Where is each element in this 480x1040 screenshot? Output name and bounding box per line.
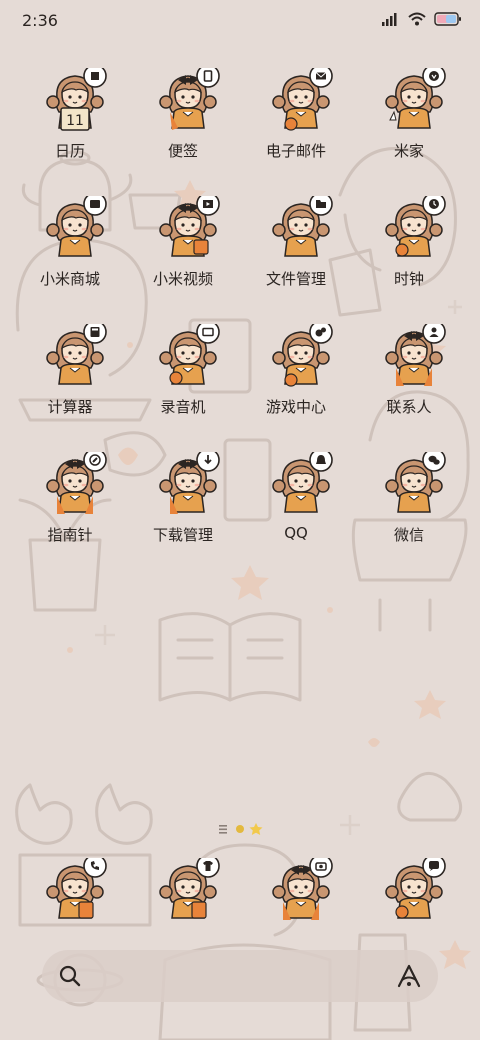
app-label: 下载管理 — [152, 526, 213, 544]
app-downloads[interactable]: 下载管理 — [123, 444, 243, 554]
app-label: 指南针 — [47, 526, 93, 544]
dock — [0, 850, 480, 930]
contact-icon — [385, 324, 446, 386]
app-recorder[interactable]: 录音机 — [123, 316, 243, 426]
app-label: 日历 — [54, 142, 85, 160]
app-contacts[interactable]: 联系人 — [349, 316, 469, 426]
qq-icon — [272, 452, 333, 513]
status-time: 2:36 — [22, 11, 58, 30]
store-icon — [46, 196, 107, 257]
battery-icon — [434, 12, 461, 26]
app-label: 联系人 — [386, 398, 432, 416]
video-icon — [159, 196, 220, 257]
app-label: 小米商城 — [39, 270, 100, 288]
dock-camera[interactable] — [236, 850, 356, 960]
assistant-icon[interactable] — [396, 963, 422, 989]
app-mi-video[interactable]: 小米视频 — [123, 188, 243, 298]
page-dot — [236, 825, 244, 833]
page-indicator[interactable] — [0, 820, 480, 840]
app-clock[interactable]: 时钟 — [349, 188, 469, 298]
app-label: 文件管理 — [265, 270, 326, 288]
note-icon — [159, 68, 220, 130]
app-label: 小米视频 — [152, 270, 213, 288]
app-label: 微信 — [393, 526, 424, 544]
app-compass[interactable]: 指南针 — [10, 444, 130, 554]
app-label: 便签 — [167, 142, 198, 160]
calendar-date: 11 — [66, 113, 84, 129]
mihome-icon — [385, 68, 446, 129]
app-file-manager[interactable]: 文件管理 — [236, 188, 356, 298]
app-qq[interactable]: QQ — [236, 444, 356, 554]
app-wechat[interactable]: 微信 — [349, 444, 469, 554]
app-mihome[interactable]: 米家 — [349, 60, 469, 170]
app-label: 米家 — [393, 142, 424, 160]
status-icons — [382, 12, 462, 26]
camera-icon — [272, 858, 333, 920]
app-label: QQ — [284, 524, 308, 542]
download-icon — [159, 452, 220, 514]
dock-phone[interactable] — [10, 850, 130, 960]
clock-icon — [385, 196, 446, 257]
calculator-icon — [46, 324, 107, 385]
search-icon[interactable] — [58, 964, 82, 988]
app-game-center[interactable]: 游戏中心 — [236, 316, 356, 426]
phone-icon — [46, 858, 107, 919]
wechat-icon — [385, 452, 446, 513]
app-label: 电子邮件 — [265, 142, 326, 160]
app-calculator[interactable]: 计算器 — [10, 316, 130, 426]
signal-icon — [382, 13, 397, 26]
app-calendar[interactable]: 11 日历 — [10, 60, 130, 170]
search-bar[interactable] — [42, 950, 438, 1002]
compass-icon — [46, 452, 107, 514]
dock-themes[interactable] — [123, 850, 243, 960]
app-mi-store[interactable]: 小米商城 — [10, 188, 130, 298]
game-icon — [272, 324, 333, 387]
recorder-icon — [159, 324, 220, 385]
message-icon — [385, 858, 446, 919]
app-label: 游戏中心 — [265, 398, 326, 416]
app-email[interactable]: 电子邮件 — [236, 60, 356, 170]
calendar-icon: 11 — [46, 68, 107, 131]
app-label: 时钟 — [393, 270, 424, 288]
mail-icon — [272, 68, 333, 131]
menu-icon — [219, 825, 227, 834]
dock-messages[interactable] — [349, 850, 469, 960]
shirt-icon — [159, 858, 220, 919]
page-dot-star — [249, 823, 263, 835]
app-label: 录音机 — [160, 398, 206, 416]
folder-icon — [272, 196, 333, 257]
app-label: 计算器 — [47, 398, 93, 416]
status-bar: 2:36 — [0, 0, 480, 40]
app-notes[interactable]: 便签 — [123, 60, 243, 170]
wifi-icon — [408, 12, 426, 26]
